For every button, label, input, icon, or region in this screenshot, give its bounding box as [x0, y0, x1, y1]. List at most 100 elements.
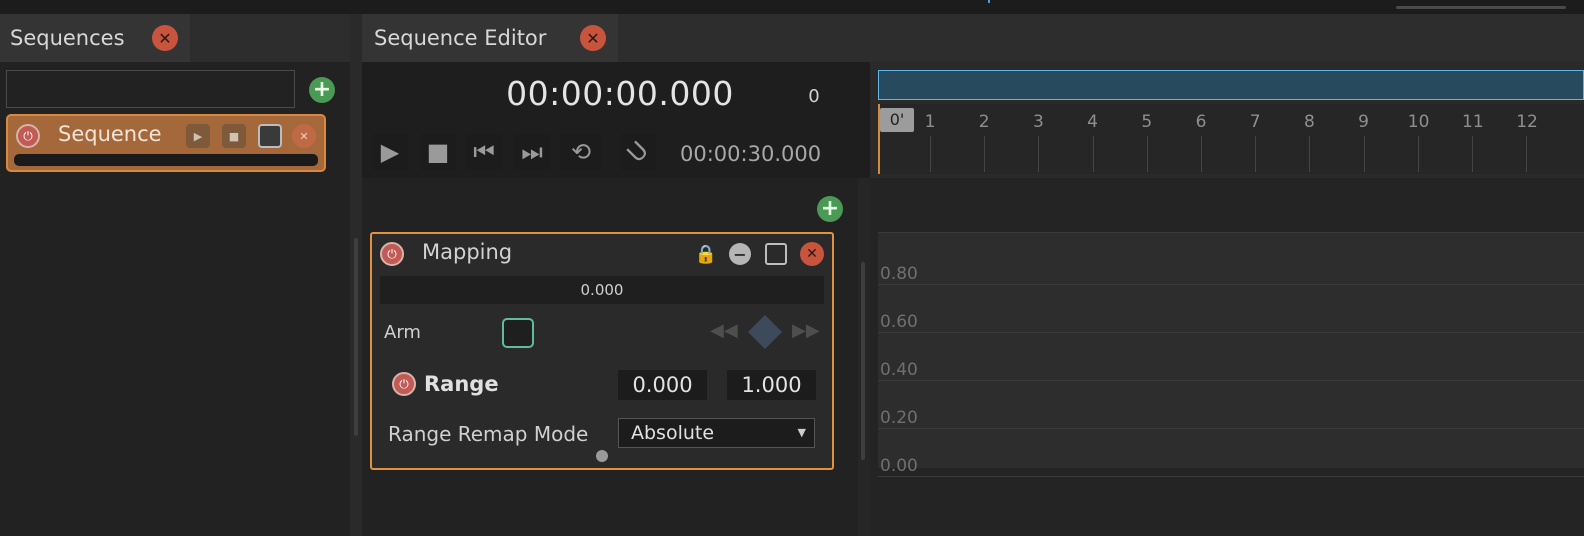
ruler-tick-label: 11: [1462, 112, 1484, 132]
next-icon: ⏭: [521, 138, 543, 166]
top-scrollbar[interactable]: [1396, 6, 1566, 9]
tab-sequence-editor-label: Sequence Editor: [374, 26, 547, 50]
tab-sequence-editor[interactable]: Sequence Editor ✕: [362, 14, 618, 62]
ruler-tick-line: [1201, 136, 1202, 172]
graph-y-label: 0.40: [880, 360, 918, 380]
chevron-down-icon: ▼: [797, 426, 806, 439]
tab-sequences[interactable]: Sequences ✕: [0, 14, 190, 62]
range-min-field[interactable]: 0.000: [618, 370, 707, 400]
previous-button[interactable]: ⏮: [466, 134, 502, 170]
ruler-tick-label: 1: [924, 112, 936, 132]
plus-icon: +: [312, 77, 332, 102]
graph-y-label: 0.00: [880, 456, 918, 476]
snap-button[interactable]: U: [620, 134, 656, 170]
next-button[interactable]: ⏭: [514, 134, 550, 170]
range-remap-label: Range Remap Mode: [388, 422, 589, 446]
ruler-tick-line: [1092, 136, 1094, 172]
add-sequence-button[interactable]: +: [309, 77, 335, 103]
sequences-tabbar: Sequences ✕: [0, 14, 350, 62]
close-icon: ✕: [800, 242, 824, 266]
current-frame: 0: [808, 86, 820, 107]
top-indicator: [988, 0, 990, 3]
window-top-strip: [0, 0, 1584, 14]
minus-icon: −: [729, 243, 751, 265]
ruler-tick-line: [1526, 136, 1528, 172]
view-range-bar[interactable]: [878, 70, 1584, 100]
ruler-tick-label: 8: [1303, 112, 1315, 132]
ruler-tick-label: 6: [1195, 112, 1207, 132]
collapse-button[interactable]: −: [728, 242, 752, 266]
play-icon: ▶: [380, 138, 400, 166]
ruler-tick-label: 5: [1141, 112, 1153, 132]
close-icon[interactable]: ✕: [152, 25, 178, 51]
ruler-tick-line: [1417, 136, 1419, 172]
ruler-tick-label: 9: [1358, 112, 1369, 132]
ruler-tick-label: 3: [1032, 112, 1044, 132]
power-icon[interactable]: ⏻: [392, 372, 416, 396]
loop-icon: ⟲: [570, 138, 592, 166]
time-cursor-label[interactable]: 0': [880, 108, 914, 132]
sequence-progress-bar: [14, 154, 318, 166]
total-time[interactable]: 00:00:30.000: [680, 142, 850, 166]
left-scrollbar[interactable]: [354, 238, 358, 436]
sequence-search-input[interactable]: [6, 70, 295, 108]
range-max-field[interactable]: 1.000: [727, 370, 816, 400]
previous-key-icon[interactable]: ◀◀: [710, 320, 738, 341]
resize-handle[interactable]: [596, 450, 608, 462]
stop-icon[interactable]: ■: [222, 124, 246, 148]
play-icon[interactable]: ▶: [186, 124, 210, 148]
automation-graph[interactable]: [878, 232, 1584, 468]
ruler-tick-label: 7: [1249, 112, 1261, 132]
ruler-tick-line: [1038, 136, 1040, 172]
maximize-icon[interactable]: [258, 124, 282, 148]
ruler-tick-line: [1146, 136, 1148, 172]
arm-label: Arm: [384, 322, 421, 343]
plus-icon: +: [820, 196, 840, 221]
play-button[interactable]: ▶: [372, 134, 408, 170]
range-remap-value: Absolute: [631, 422, 715, 444]
maximize-icon: [765, 243, 787, 265]
next-key-icon[interactable]: ▶▶: [792, 320, 820, 341]
graph-gridline: [878, 284, 1584, 285]
graph-y-label: 0.20: [880, 408, 918, 428]
previous-icon: ⏮: [473, 138, 495, 166]
layer-value-bar[interactable]: 0.000: [380, 276, 824, 304]
loop-button[interactable]: ⟲: [560, 134, 602, 170]
sequence-item[interactable]: ⏻ Sequence ▶ ■ ✕: [6, 114, 326, 172]
sequence-label: Sequence: [58, 122, 162, 146]
graph-gridline: [878, 332, 1584, 333]
ruler-tick-line: [1363, 136, 1365, 172]
ruler-tick-label: 4: [1087, 112, 1098, 132]
power-icon[interactable]: ⏻: [16, 124, 40, 148]
range-remap-select[interactable]: Absolute ▼: [618, 418, 815, 448]
remove-layer-button[interactable]: ✕: [800, 242, 824, 266]
graph-gridline: [878, 476, 1584, 477]
close-icon[interactable]: ✕: [580, 25, 606, 51]
remove-icon[interactable]: ✕: [292, 124, 316, 148]
graph-gridline: [878, 428, 1584, 429]
maximize-button[interactable]: [764, 242, 788, 266]
layers-scrollbar[interactable]: [861, 262, 865, 460]
ruler-tick-line: [930, 136, 931, 172]
stop-button[interactable]: ■: [420, 134, 456, 170]
ruler-tick-label: 10: [1407, 112, 1430, 132]
magnet-icon: U: [621, 135, 655, 169]
ruler-tick-line: [984, 136, 986, 172]
graph-y-label: 0.60: [880, 312, 918, 332]
graph-gridline: [878, 380, 1584, 381]
ruler-tick-label: 2: [978, 112, 990, 132]
lock-icon[interactable]: 🔒: [694, 242, 718, 266]
power-icon[interactable]: ⏻: [380, 242, 404, 266]
graph-y-label: 0.80: [880, 264, 918, 284]
arm-checkbox[interactable]: [502, 318, 534, 348]
layer-title: Mapping: [422, 240, 513, 264]
tab-sequences-label: Sequences: [10, 26, 125, 50]
add-layer-button[interactable]: +: [817, 196, 843, 222]
ruler-tick-label: 12: [1516, 112, 1538, 132]
editor-tabbar: Sequence Editor ✕: [362, 14, 1584, 62]
ruler-tick-line: [1309, 136, 1311, 172]
stop-icon: ■: [426, 138, 450, 166]
range-label: Range: [424, 372, 499, 396]
ruler-tick-line: [1472, 136, 1473, 172]
ruler-tick-line: [1255, 136, 1257, 172]
